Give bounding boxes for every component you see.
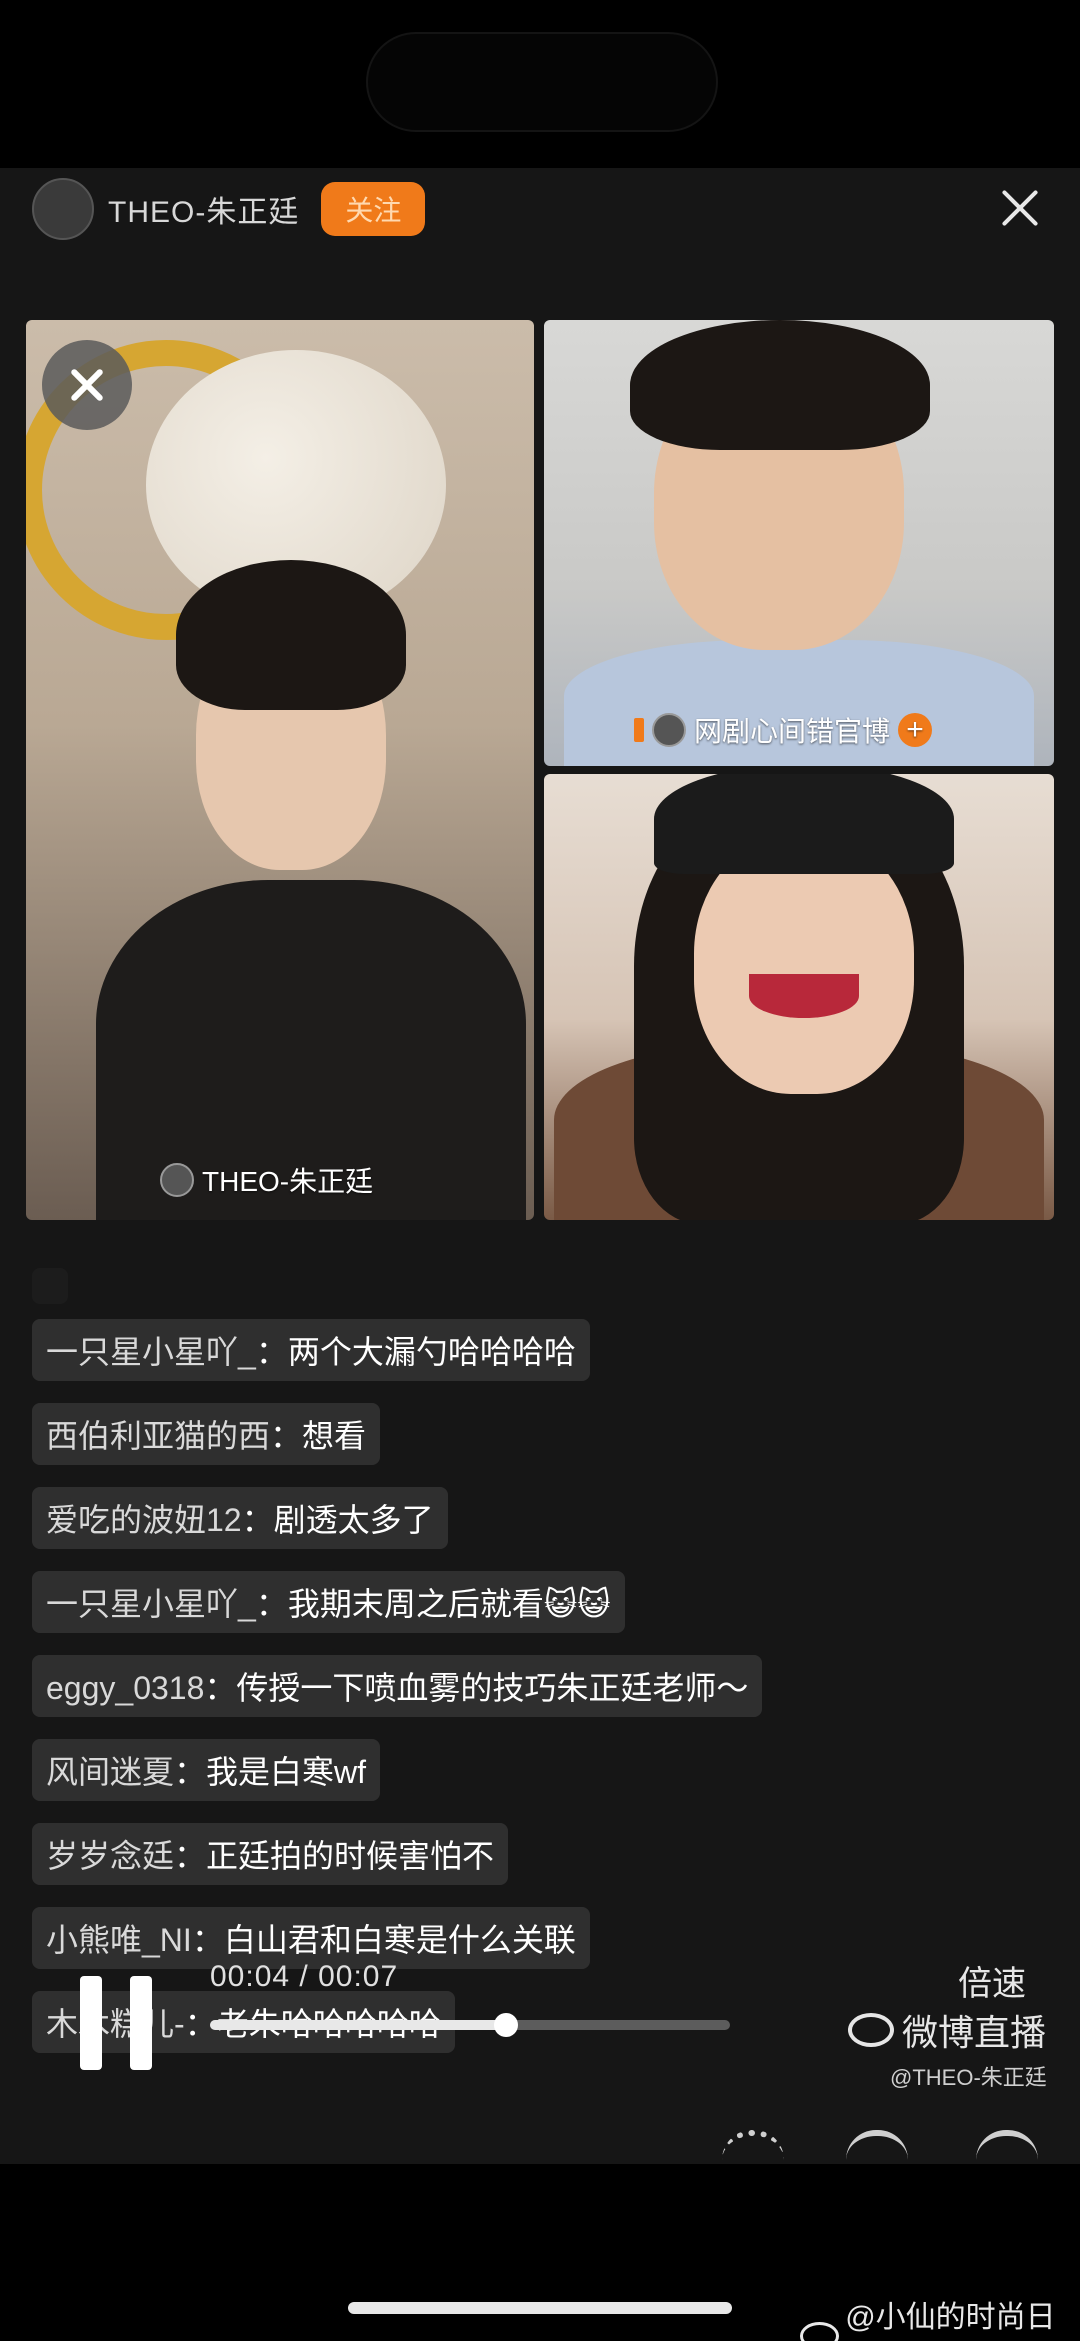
more-icon[interactable] [722, 2130, 784, 2160]
guest-video-tile-2[interactable] [544, 774, 1054, 1220]
comment-text: 传授一下喷血雾的技巧朱正廷老师～ [236, 1670, 749, 1706]
comment-user: 小熊唯_NI [46, 1922, 192, 1958]
host-video-tile[interactable]: THEO-朱正廷 [26, 320, 534, 1220]
progress-fill [210, 2020, 507, 2030]
speed-button[interactable]: 倍速 [958, 1956, 1026, 2005]
watermark-handle: @THEO-朱正廷 [890, 2065, 1047, 2090]
guest1-tile-label: 网剧心间错官博 + [634, 710, 933, 750]
comment-user: eggy_0318 [46, 1670, 205, 1706]
status-bar-area [0, 0, 1080, 168]
guest1-tile-name: 网剧心间错官博 [694, 716, 891, 747]
close-player-icon[interactable] [42, 340, 132, 430]
guest2-smile [749, 974, 859, 1018]
host-tile-label: THEO-朱正廷 [160, 1160, 373, 1200]
comment-user: 岁岁念廷 [46, 1838, 175, 1874]
account-watermark-text: @小仙的时尚日志 [845, 2301, 1056, 2334]
host-name[interactable]: THEO-朱正廷 [108, 187, 299, 231]
comment-item: 一只星小星吖_：两个大漏勺哈哈哈哈 [32, 1319, 590, 1381]
follow-plus-icon[interactable]: + [898, 713, 933, 747]
comment-text: 两个大漏勺哈哈哈哈 [287, 1334, 576, 1370]
home-indicator[interactable] [348, 2302, 732, 2314]
comment-item: 风间迷夏：我是白寒wf [32, 1739, 381, 1801]
weibo-live-watermark: 微博直播 [848, 2004, 1046, 2056]
avatar-icon [160, 1163, 194, 1197]
comment-user: 一只星小星吖_ [46, 1334, 256, 1370]
weibo-live-text: 微博直播 [902, 2012, 1047, 2053]
cap-shape [654, 774, 954, 874]
comment-item: eggy_0318：传授一下喷血雾的技巧朱正廷老师～ [32, 1655, 763, 1717]
guest-video-tile-1[interactable]: 网剧心间错官博 + [544, 320, 1054, 766]
playback-time: 00:04 / 00:07 [210, 1960, 399, 1993]
host-avatar[interactable] [32, 178, 94, 240]
comment-user: 西伯利亚猫的西 [46, 1418, 271, 1454]
comment-text: 我是白寒wf [206, 1754, 367, 1790]
host-bar: THEO-朱正廷 关注 [32, 174, 426, 244]
comment-item: 爱吃的波妞12：剧透太多了 [32, 1487, 448, 1549]
host-tile-name: THEO-朱正廷 [202, 1166, 374, 1197]
comment-text: 想看 [302, 1418, 367, 1454]
comment-text: 正廷拍的时候害怕不 [206, 1838, 495, 1874]
comment-feed: 一只星小星吖_：两个大漏勺哈哈哈哈 西伯利亚猫的西：想看 爱吃的波妞12：剧透太… [32, 1268, 1032, 2075]
action-bar [0, 2130, 1080, 2160]
camera-notch [366, 32, 718, 132]
weibo-logo-icon [848, 2013, 894, 2047]
faded-comment [32, 1268, 68, 1304]
comment-item: 一只星小星吖_：我期末周之后就看😺😺 [32, 1571, 625, 1633]
follow-button[interactable]: 关注 [321, 182, 426, 236]
close-live-icon[interactable] [994, 182, 1046, 234]
comment-item: 岁岁念廷：正廷拍的时候害怕不 [32, 1823, 509, 1885]
weibo-logo-icon [800, 2322, 840, 2341]
refresh-icon[interactable] [846, 2130, 908, 2160]
comment-text: 我期末周之后就看😺😺 [287, 1586, 611, 1622]
comment-text: 剧透太多了 [273, 1502, 434, 1538]
comment-user: 风间迷夏 [46, 1754, 175, 1790]
comment-text: 白山君和白寒是什么关联 [223, 1922, 576, 1958]
progress-slider[interactable] [210, 2013, 730, 2037]
comment-item: 西伯利亚猫的西：想看 [32, 1403, 381, 1465]
live-video-frame: THEO-朱正廷 关注 THEO-朱正廷 网剧心间错官博 + 一只星小星吖_：两… [0, 168, 1080, 2164]
signal-icon [634, 718, 644, 742]
account-watermark: @小仙的时尚日志 [800, 2292, 1080, 2341]
comment-user: 爱吃的波妞12 [46, 1502, 242, 1538]
avatar-icon [652, 713, 686, 747]
share-icon[interactable] [976, 2130, 1038, 2160]
host-hair [176, 560, 406, 710]
guest1-hair [630, 320, 930, 450]
pause-button[interactable] [76, 1976, 156, 2070]
comment-user: 一只星小星吖_ [46, 1586, 256, 1622]
